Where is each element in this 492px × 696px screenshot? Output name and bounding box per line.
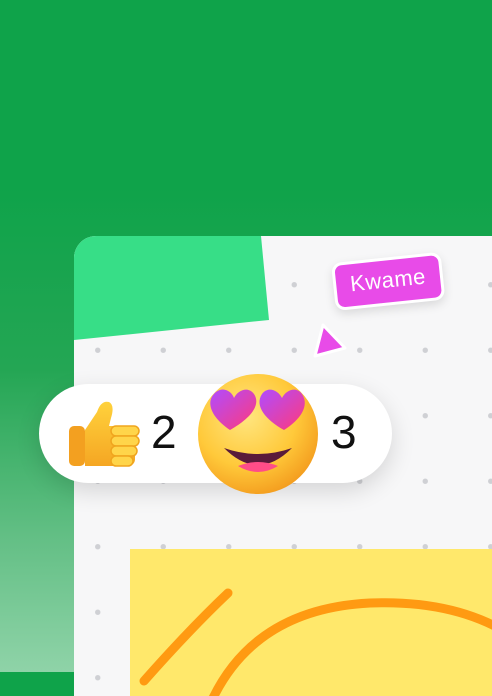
green-sticky-note[interactable] [74,236,269,340]
heart-eyes-icon[interactable] [194,370,322,498]
freehand-drawing [139,588,492,696]
thumbs-up-count: 2 [151,406,177,458]
reaction-bar: 2 3 [39,374,392,494]
thumbs-up-icon[interactable] [63,396,145,472]
yellow-sticky-note[interactable] [130,549,492,696]
heart-eyes-count: 3 [331,406,357,458]
collaborator-cursor-icon [313,323,347,358]
